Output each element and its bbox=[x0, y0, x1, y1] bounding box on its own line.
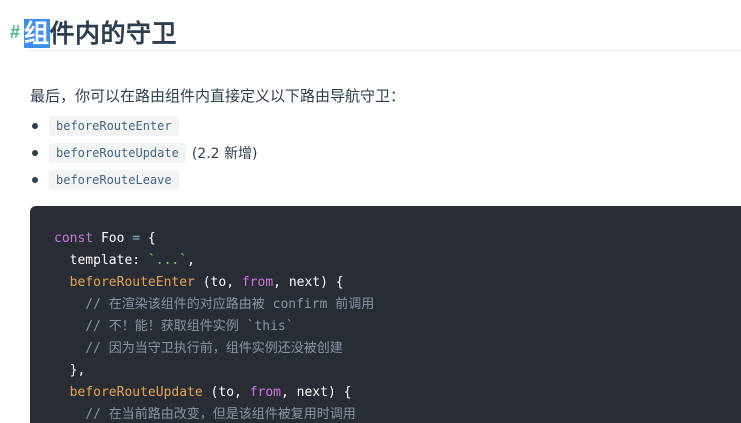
code-content: const Foo = { template: `...`, beforeRou… bbox=[30, 206, 741, 423]
code-token: beforeRouteEnter bbox=[69, 275, 195, 290]
code-line: // 因为当守卫执行前，组件实例还没被创建 bbox=[54, 338, 741, 360]
bullet-icon bbox=[32, 149, 38, 156]
code-token: Foo bbox=[93, 231, 133, 246]
code-line: template: `...`, bbox=[54, 250, 741, 272]
code-token: }, bbox=[54, 363, 86, 378]
heading-divider bbox=[28, 50, 741, 51]
bullet-icon bbox=[32, 122, 38, 129]
list-item: beforeRouteLeave bbox=[30, 166, 257, 193]
code-token: , next) { bbox=[281, 385, 352, 400]
code-line: // 不！能！获取组件实例 `this` bbox=[54, 316, 741, 338]
code-token: template: bbox=[54, 253, 148, 268]
code-line: // 在渲染该组件的对应路由被 confirm 前调用 bbox=[54, 294, 741, 316]
heading-anchor-link[interactable]: # bbox=[10, 22, 20, 43]
section-heading: # 组件内的守卫 bbox=[10, 12, 177, 52]
version-note: (2.2 新增) bbox=[191, 145, 258, 162]
code-line: beforeRouteUpdate (to, from, next) { bbox=[54, 382, 741, 404]
code-line: const Foo = { bbox=[54, 228, 741, 250]
code-token: beforeRouteUpdate bbox=[69, 385, 203, 400]
code-token: { bbox=[140, 231, 156, 246]
code-line: // 在当前路由改变，但是该组件被复用时调用 bbox=[54, 404, 741, 423]
code-token: // 在当前路由改变，但是该组件被复用时调用 bbox=[54, 407, 356, 422]
intro-paragraph: 最后，你可以在路由组件内直接定义以下路由导航守卫： bbox=[30, 87, 406, 105]
selected-text[interactable]: 组 bbox=[24, 19, 50, 48]
code-token: `...` bbox=[147, 253, 188, 268]
code-token: const bbox=[54, 231, 94, 246]
list-item: beforeRouteEnter bbox=[30, 112, 257, 139]
code-token: // 不！能！获取组件实例 `this` bbox=[54, 319, 294, 334]
code-token: // 因为当守卫执行前，组件实例还没被创建 bbox=[54, 341, 343, 356]
hook-name: beforeRouteUpdate bbox=[49, 142, 186, 163]
code-line: }, bbox=[54, 360, 741, 382]
code-line: beforeRouteEnter (to, from, next) { bbox=[54, 272, 741, 294]
hook-list: beforeRouteEnter beforeRouteUpdate (2.2 … bbox=[30, 112, 257, 193]
code-token: // 在渲染该组件的对应路由被 confirm 前调用 bbox=[54, 297, 375, 312]
hook-name: beforeRouteLeave bbox=[49, 169, 179, 190]
code-token: (to, bbox=[202, 385, 250, 400]
code-block[interactable]: const Foo = { template: `...`, beforeRou… bbox=[30, 206, 741, 423]
page-title: 组件内的守卫 bbox=[24, 14, 177, 50]
title-text: 件内的守卫 bbox=[49, 19, 178, 48]
list-item: beforeRouteUpdate (2.2 新增) bbox=[30, 139, 257, 166]
code-token: = bbox=[132, 231, 141, 246]
code-token: (to, bbox=[194, 275, 242, 290]
code-token: from bbox=[241, 275, 274, 290]
code-token: from bbox=[249, 385, 281, 400]
code-token: , next) { bbox=[273, 275, 344, 290]
code-token: , bbox=[187, 253, 195, 268]
hook-name: beforeRouteEnter bbox=[49, 115, 179, 136]
bullet-icon bbox=[32, 176, 38, 183]
